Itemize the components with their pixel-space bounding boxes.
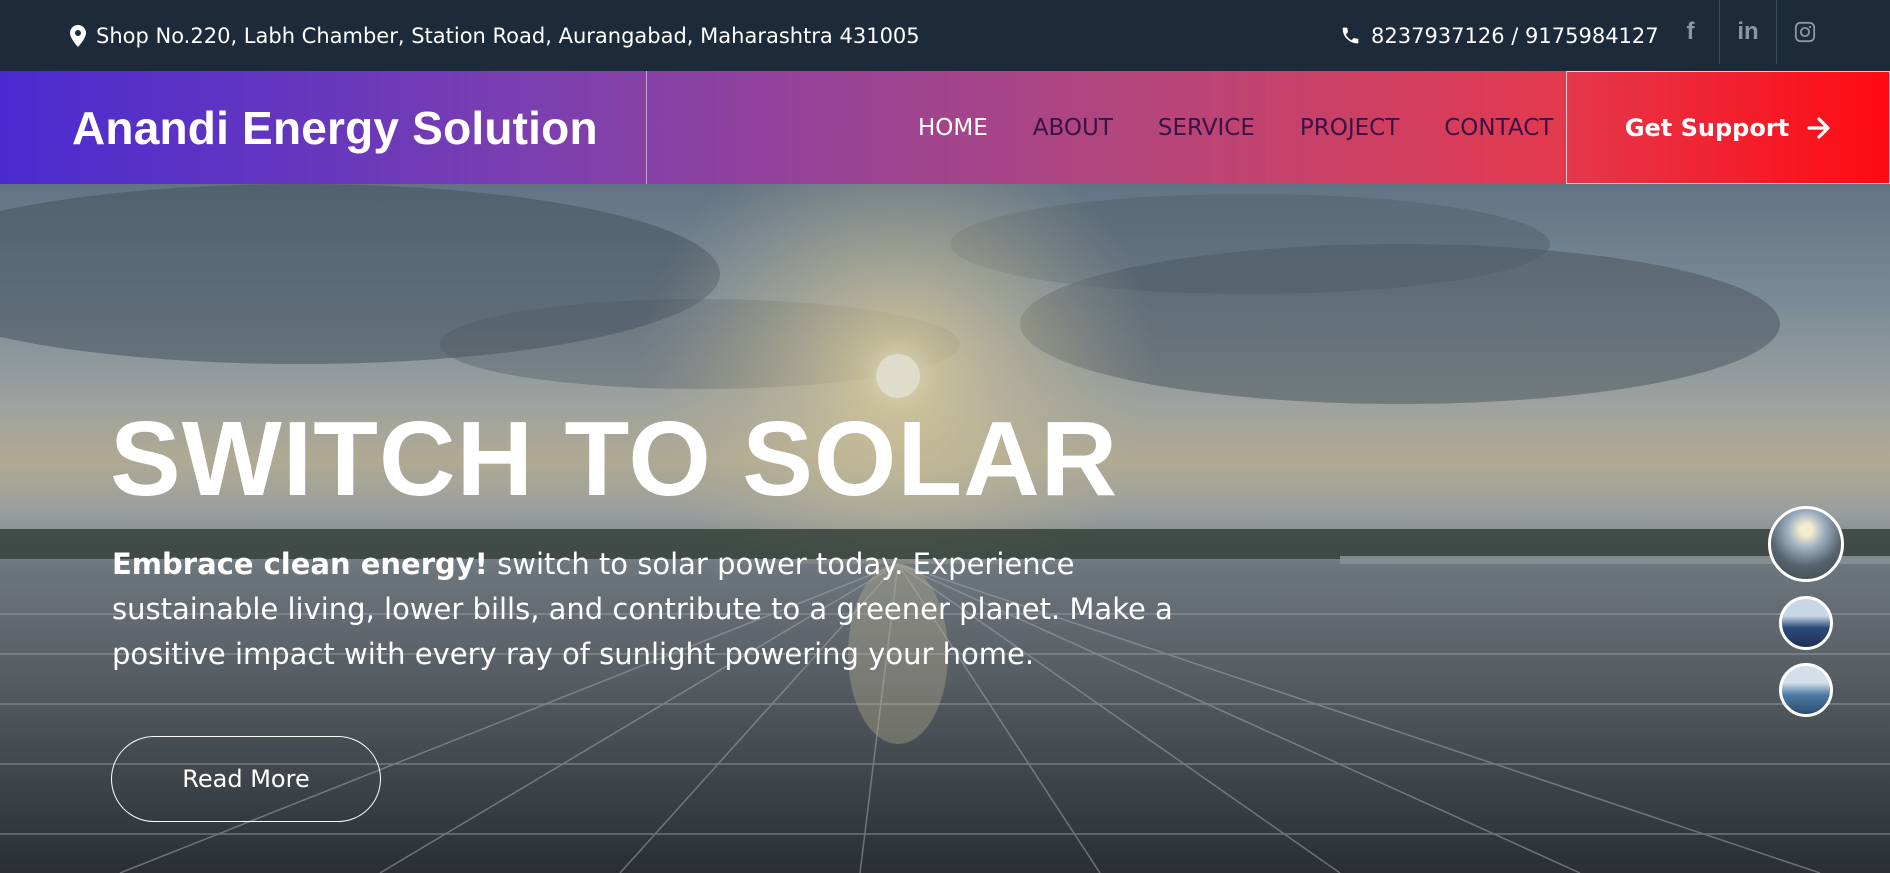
get-support-button[interactable]: Get Support [1566,71,1890,184]
slide-thumb-3[interactable] [1779,663,1833,717]
nav-service[interactable]: SERVICE [1158,115,1255,141]
phone-text: 8237937126 / 9175984127 [1371,23,1659,48]
linkedin-icon: in [1737,18,1759,45]
nav-home[interactable]: HOME [918,115,988,141]
brand-logo[interactable]: Anandi Energy Solution [72,71,598,184]
instagram-icon [1794,21,1816,43]
header-divider [646,71,647,184]
address-text: Shop No.220, Labh Chamber, Station Road,… [96,23,920,48]
get-support-label: Get Support [1624,113,1790,142]
hero-title: SWITCH TO SOLAR [110,400,1119,518]
main-nav: HOME ABOUT SERVICE PROJECT CONTACT [918,71,1553,184]
nav-contact[interactable]: CONTACT [1444,115,1553,141]
nav-about[interactable]: ABOUT [1033,115,1113,141]
facebook-icon: f [1686,18,1695,45]
address-block: Shop No.220, Labh Chamber, Station Road,… [70,0,920,71]
nav-project[interactable]: PROJECT [1300,115,1399,141]
facebook-link[interactable]: f [1662,0,1719,64]
slide-thumb-1[interactable] [1768,506,1844,582]
hero-lead: Embrace clean energy! switch to solar po… [112,542,1222,677]
phone-block[interactable]: 8237937126 / 9175984127 [1340,0,1659,71]
read-more-button[interactable]: Read More [111,736,381,822]
social-links: f in [1662,0,1833,71]
hero-section: SWITCH TO SOLAR Embrace clean energy! sw… [0,184,1890,873]
linkedin-link[interactable]: in [1719,0,1776,64]
slide-thumb-2[interactable] [1779,596,1833,650]
hero-lead-bold: Embrace clean energy! [112,547,488,581]
phone-icon [1342,27,1359,44]
arrow-right-icon [1807,116,1830,139]
instagram-link[interactable] [1776,0,1833,64]
main-header: Anandi Energy Solution HOME ABOUT SERVIC… [0,71,1890,184]
location-pin-icon [70,24,86,47]
top-info-bar: Shop No.220, Labh Chamber, Station Road,… [0,0,1890,71]
